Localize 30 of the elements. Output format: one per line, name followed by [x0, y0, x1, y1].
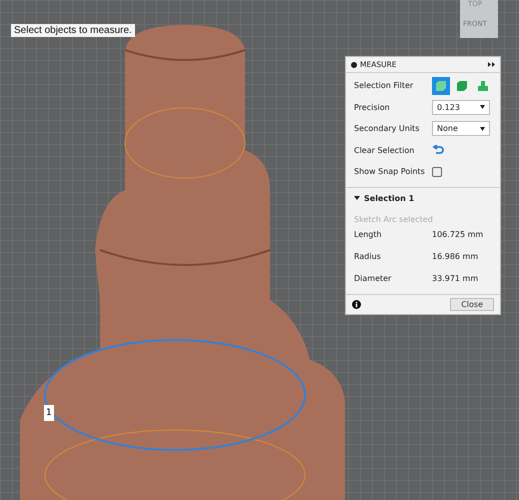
info-icon[interactable]	[352, 300, 361, 308]
caret-icon	[480, 105, 485, 110]
caret-icon	[480, 126, 485, 131]
collapse-icon[interactable]	[351, 62, 357, 68]
hint-tooltip: Select objects to measure.	[11, 24, 135, 37]
selection-marker: 1	[44, 405, 54, 421]
cube-icon	[456, 80, 468, 92]
checkbox[interactable]	[432, 166, 442, 177]
section-header[interactable]: Selection 1	[354, 194, 492, 202]
setting-label: Show Snap Points	[354, 167, 426, 176]
result-value: 16.986 mm	[432, 252, 478, 261]
expand-icon[interactable]	[488, 62, 495, 67]
setting-label: Precision	[354, 102, 391, 112]
close-button[interactable]: Close	[450, 298, 494, 310]
dropdown[interactable]: 0.123	[432, 100, 490, 115]
setting-label: Clear Selection	[354, 146, 416, 155]
result-value: 106.725 mm	[432, 230, 484, 239]
result-label: Radius	[354, 252, 382, 261]
setting-label: Secondary Units	[354, 124, 420, 134]
undo-icon[interactable]	[432, 145, 444, 156]
result-value: 33.971 mm	[432, 274, 478, 283]
cube-icon	[477, 80, 489, 92]
cube-icon	[435, 80, 447, 92]
filter-button[interactable]	[432, 76, 450, 95]
result-label: Length	[354, 230, 383, 239]
result-label: Diameter	[354, 274, 392, 283]
setting-label: Selection Filter	[354, 81, 414, 90]
dropdown[interactable]: None	[432, 121, 490, 136]
triangle-icon	[354, 195, 360, 201]
selection-note: Sketch Arc selected	[354, 214, 434, 224]
